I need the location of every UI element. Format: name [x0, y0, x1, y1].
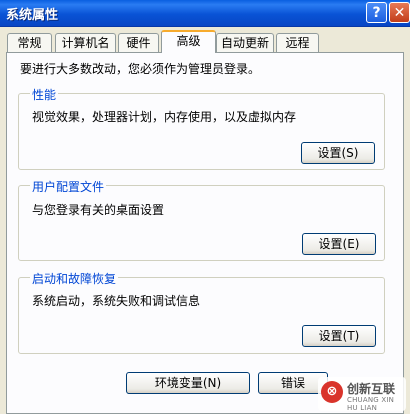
tab-hardware[interactable]: 硬件 [118, 33, 159, 52]
help-icon: ? [372, 5, 381, 21]
tab-advanced[interactable]: 高级 [161, 30, 216, 53]
watermark-brand: 创新互联 [347, 382, 396, 396]
user-profiles-group-title: 用户配置文件 [30, 178, 107, 195]
tab-computer-name[interactable]: 计算机名 [55, 33, 116, 52]
brand-icon: ⊗ [321, 381, 343, 403]
user-profiles-settings-button[interactable]: 设置(E) [302, 233, 376, 255]
help-button[interactable]: ? [366, 2, 387, 23]
user-profiles-description: 与您登录有关的桌面设置 [32, 203, 165, 217]
window-title: 系统属性 [6, 8, 59, 23]
tab-remote[interactable]: 远程 [276, 33, 319, 52]
startup-recovery-description: 系统启动，系统失败和调试信息 [32, 294, 201, 308]
tab-strip: 常规 计算机名 硬件 高级 自动更新 远程 [0, 30, 410, 53]
close-icon: ✕ [393, 5, 406, 21]
admin-notice: 要进行大多数改动，您必须作为管理员登录。 [20, 62, 261, 76]
performance-settings-button[interactable]: 设置(S) [301, 142, 375, 164]
performance-description: 视觉效果，处理器计划，内存使用，以及虚拟内存 [32, 110, 297, 124]
watermark-logo: ⊗ 创新互联 CHUANG XIN HU LIAN [318, 377, 406, 412]
startup-recovery-settings-button[interactable]: 设置(T) [302, 325, 376, 347]
title-bar[interactable]: 系统属性 ? ✕ [0, 0, 410, 27]
watermark-subtitle: CHUANG XIN HU LIAN [347, 396, 395, 412]
tab-automatic-updates[interactable]: 自动更新 [216, 33, 274, 52]
tab-general[interactable]: 常规 [7, 33, 52, 52]
environment-variables-button[interactable]: 环境变量(N) [126, 372, 250, 394]
startup-recovery-group-title: 启动和故障恢复 [30, 270, 119, 287]
performance-group-title: 性能 [30, 86, 59, 103]
close-button[interactable]: ✕ [389, 2, 410, 23]
